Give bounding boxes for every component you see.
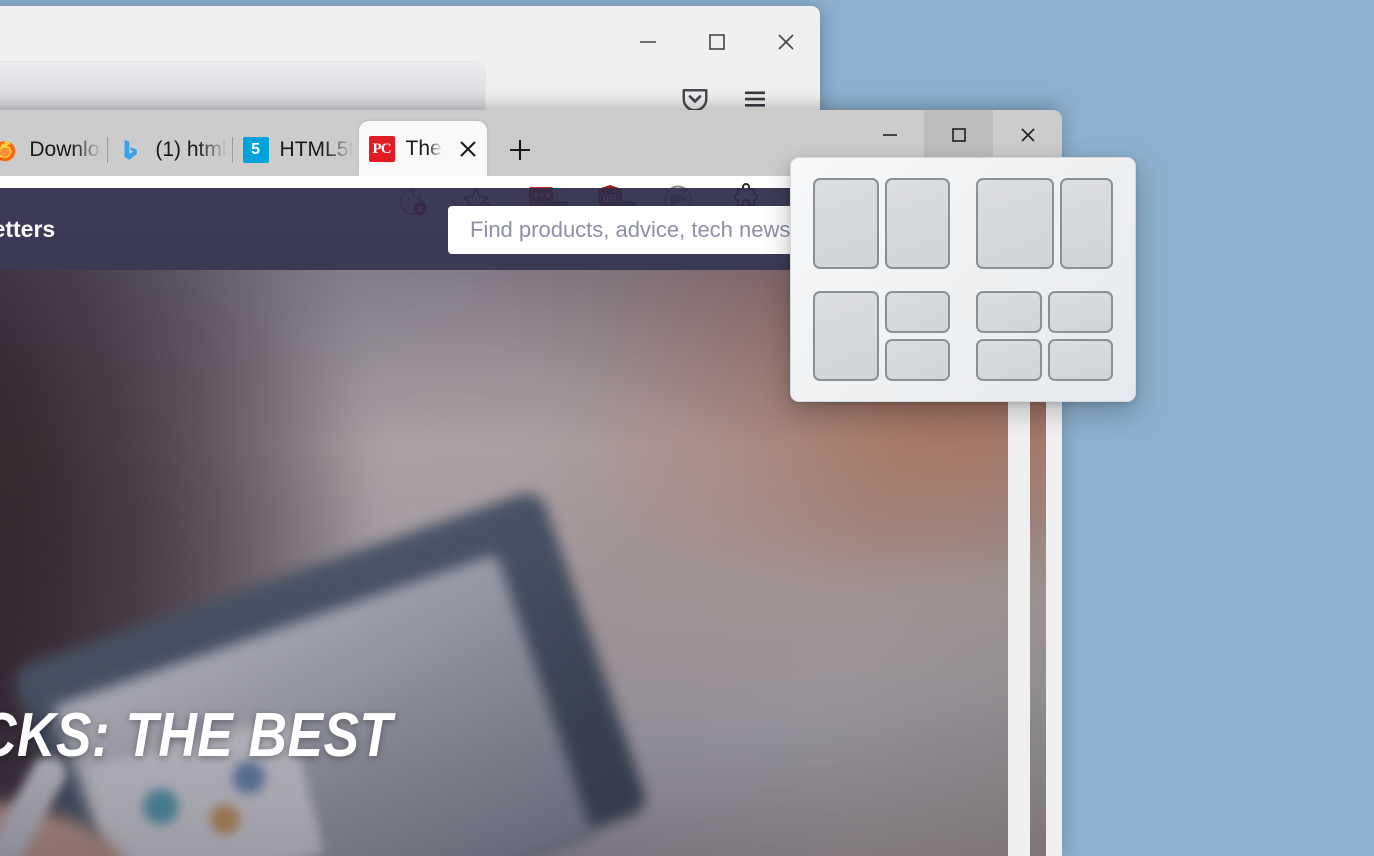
edge-window-controls xyxy=(855,110,1062,160)
snap-layout-flyout[interactable] xyxy=(790,157,1136,402)
article-headline-line1: POWERFUL PICKS: THE BEST xyxy=(0,701,393,770)
tab-label: The xyxy=(405,137,442,160)
snap-cell[interactable] xyxy=(976,178,1054,269)
snap-layout-left-plus-stack[interactable] xyxy=(813,290,950,381)
firefox-logo-icon xyxy=(0,137,18,163)
tab-label: (1) html xyxy=(155,138,227,161)
edge-maximize-button[interactable] xyxy=(924,110,993,160)
pcmag-logo-icon: PC xyxy=(368,136,395,162)
tab-label: Download xyxy=(29,138,102,161)
nav-links: ow-To News Newsletters xyxy=(0,216,81,243)
tab-pcmag-active[interactable]: PC The xyxy=(358,121,487,177)
snap-cell[interactable] xyxy=(813,290,879,381)
snap-cell[interactable] xyxy=(1047,290,1113,333)
snap-cell[interactable] xyxy=(884,290,950,333)
snap-cell[interactable] xyxy=(976,338,1042,381)
edge-close-button[interactable] xyxy=(993,110,1062,160)
snap-cell[interactable] xyxy=(1059,178,1113,269)
edge-minimize-button[interactable] xyxy=(855,110,924,160)
snap-cell[interactable] xyxy=(813,178,879,269)
new-tab-button[interactable] xyxy=(497,127,543,173)
tab-label: HTML5test xyxy=(279,138,353,161)
snap-layout-two-equal[interactable] xyxy=(813,178,950,269)
html5-icon: 5 xyxy=(242,137,269,163)
edge-tab-list: p lay Microsoft xyxy=(0,121,543,177)
tab-download-firefox[interactable]: Download xyxy=(0,124,109,176)
snap-cell[interactable] xyxy=(976,290,1042,333)
bing-icon xyxy=(118,137,144,163)
snap-cell[interactable] xyxy=(884,178,950,269)
nav-item-newsletters[interactable]: Newsletters xyxy=(0,216,81,243)
snap-layout-quadrant[interactable] xyxy=(976,290,1113,381)
search-placeholder: Find products, advice, tech news xyxy=(470,217,791,242)
snap-cell[interactable] xyxy=(1047,338,1113,381)
tab-html-bing[interactable]: (1) html xyxy=(108,124,233,176)
desktop-background: p lay Microsoft xyxy=(0,0,1374,856)
tab-html5test[interactable]: 5 HTML5test xyxy=(233,124,359,176)
snap-cell[interactable] xyxy=(884,338,950,381)
snap-layout-two-uneven[interactable] xyxy=(976,178,1113,269)
tab-close-button[interactable] xyxy=(453,134,483,164)
